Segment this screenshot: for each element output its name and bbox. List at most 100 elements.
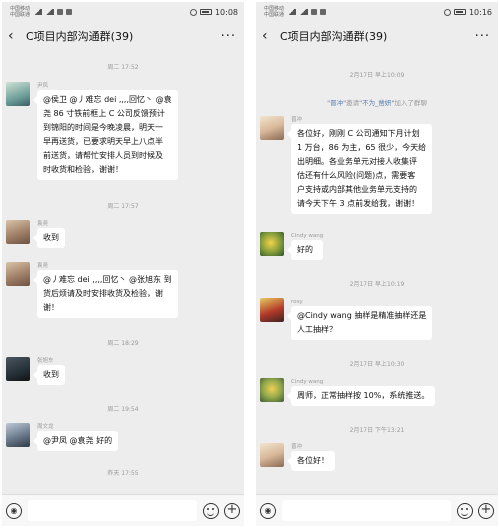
avatar[interactable] [6, 423, 30, 447]
more-dots-icon[interactable]: ··· [475, 29, 490, 44]
avatar[interactable] [6, 220, 30, 244]
message-bubble[interactable]: @丿难忘 dei ,,,,回忆丶 @张旭东 到 货后烦请及时安排收货及检验，谢 … [33, 270, 178, 318]
message-line: 货后烦请及时安排收货及检验，谢 [43, 289, 163, 298]
message-line: 尧 86 寸铁前框上 C 公司反馈预计 [43, 109, 165, 118]
plus-icon[interactable]: + [478, 502, 494, 519]
timestamp: 周二 17:57 [107, 203, 139, 210]
message-bubble[interactable]: 收到 [33, 365, 65, 385]
avatar[interactable] [260, 443, 284, 467]
message-line: 到锦阳的时间是今晚凌晨，明天一 [43, 123, 163, 132]
left-phone-screen: 中国移动 中国联通 10:08 ‹ C项目内部沟通群(39) ··· 周二 17… [2, 2, 244, 526]
timestamp: 周二 17:52 [107, 64, 139, 71]
sender-name: Cindy wang [291, 233, 324, 239]
alarm-icon [443, 8, 451, 16]
signal-icon [287, 9, 297, 15]
message-bubble[interactable]: @侯卫 @丿难忘 dei ,,,,回忆丶 @袁 尧 86 寸铁前框上 C 公司反… [33, 90, 178, 180]
message-bubble[interactable]: 好的 [286, 240, 324, 260]
message: 张旭东 收到 [6, 357, 238, 385]
alarm-icon [189, 8, 197, 16]
message-input[interactable] [282, 500, 451, 521]
avatar[interactable] [6, 357, 30, 381]
message-input[interactable] [28, 500, 197, 521]
message-line: 各位好，刚刚 C 公司通知下月计划 [297, 129, 420, 138]
more-dots-icon[interactable]: ··· [221, 29, 236, 44]
app-notification-icon [57, 9, 64, 15]
notice-invitee[interactable]: "不为_凿妍" [359, 99, 394, 107]
status-time: 10:08 [214, 7, 238, 17]
message-line: 请今天下午 3 点前发给我，谢谢！ [297, 199, 420, 208]
message-line: 时收货和检验，谢谢！ [43, 165, 123, 174]
avatar[interactable] [260, 116, 284, 140]
avatar[interactable] [6, 82, 30, 106]
timestamp: 昨天 17:55 [107, 470, 139, 477]
message-line: @丿难忘 dei ,,,,回忆丶 @张旭东 到 [43, 275, 172, 284]
status-bar: 中国移动 中国联通 10:08 [2, 2, 244, 22]
message-bubble[interactable]: 各位好！ [287, 451, 335, 471]
system-notice: "晋冲"邀请"不为_凿妍"加入了群聊 [256, 97, 498, 107]
chat-header: ‹ C项目内部沟通群(39) ··· [2, 22, 244, 50]
message-line: 收到 [43, 233, 59, 242]
message-line: 人工抽样？ [297, 325, 337, 334]
chat-header: ‹ C项目内部沟通群(39) ··· [256, 22, 498, 50]
message-bubble[interactable]: @尹凤 @袁尧 好的 [32, 431, 119, 451]
emoji-icon[interactable] [203, 502, 219, 519]
message-bubble[interactable]: 各位好，刚刚 C 公司通知下月计划 1 万台，86 为主，65 很少，今天给 出… [286, 124, 433, 214]
message-bubble[interactable]: 周师，正常抽样按 10%，系统推送。 [286, 386, 436, 406]
status-bar: 中国移动 中国联通 10:16 [256, 2, 498, 22]
notice-text: 邀请 [346, 99, 360, 107]
message: 晋冲 各位好，刚刚 C 公司通知下月计划 1 万台，86 为主，65 很少，今天… [260, 116, 492, 214]
battery-icon [199, 9, 212, 15]
message-line: @侯卫 @丿难忘 dei ,,,,回忆丶 @袁 [43, 95, 172, 104]
message-line: 各位好！ [297, 456, 329, 465]
notice-inviter[interactable]: "晋冲" [327, 99, 346, 107]
sender-name: 张旭东 [37, 358, 54, 364]
chat-title: C项目内部沟通群(39) [280, 30, 388, 43]
avatar[interactable] [260, 298, 284, 322]
message-bubble[interactable]: 收到 [33, 228, 65, 248]
message-line: 估还有什么风险(问题)点，需要客 [297, 171, 416, 180]
voice-icon[interactable]: ◉ [260, 502, 276, 519]
sender-name: 袁尧 [37, 263, 49, 269]
timestamp: 周二 18:29 [107, 340, 139, 347]
message: 袁尧 @丿难忘 dei ,,,,回忆丶 @张旭东 到 货后烦请及时安排收货及检验… [6, 262, 238, 318]
notice-text: 加入了群聊 [394, 99, 427, 107]
avatar[interactable] [6, 262, 30, 286]
avatar[interactable] [260, 232, 284, 256]
message: Cindy wang 好的 [260, 232, 492, 260]
message: 晋冲 各位好！ [260, 443, 492, 471]
sender-name: rosy [291, 299, 303, 305]
plus-icon[interactable]: + [224, 502, 240, 519]
message: Cindy wang 周师，正常抽样按 10%，系统推送。 [260, 378, 492, 406]
message-bubble[interactable]: @Cindy wang 抽样是精准抽样还是 人工抽样？ [286, 306, 433, 340]
chevron-left-icon[interactable]: ‹ [262, 29, 276, 43]
timestamp: 周二 19:54 [107, 406, 139, 413]
chat-title: C项目内部沟通群(39) [26, 30, 134, 43]
right-phone-screen: 中国移动 中国联通 10:16 ‹ C项目内部沟通群(39) ··· 2月17日… [256, 2, 498, 526]
carrier-2: 中国联通 [264, 12, 285, 18]
input-bar: ◉ + [2, 494, 244, 526]
carrier-2: 中国联通 [10, 12, 31, 18]
app-notification-icon [311, 9, 318, 15]
voice-icon[interactable]: ◉ [6, 502, 22, 519]
message: rosy @Cindy wang 抽样是精准抽样还是 人工抽样？ [260, 298, 492, 340]
message-line: 1 万台，86 为主，65 很少，今天给 [297, 143, 427, 152]
message-list[interactable]: 2月17日 早上10:09 "晋冲"邀请"不为_凿妍"加入了群聊 晋冲 各位好，… [256, 50, 498, 494]
signal-icon [33, 9, 43, 15]
status-time: 10:16 [468, 7, 492, 17]
signal-icon [45, 9, 55, 15]
sender-name: 尹凤 [37, 83, 49, 89]
message-line: @Cindy wang 抽样是精准抽样还是 [297, 311, 427, 320]
signal-icon [299, 9, 309, 15]
emoji-icon[interactable] [457, 502, 473, 519]
chevron-left-icon[interactable]: ‹ [8, 29, 22, 43]
input-bar: ◉ + [256, 494, 498, 526]
message: 袁尧 收到 [6, 220, 238, 248]
message-line: 周师，正常抽样按 10%，系统推送。 [297, 391, 430, 400]
message-list[interactable]: 周二 17:52 尹凤 @侯卫 @丿难忘 dei ,,,,回忆丶 @袁 尧 86… [2, 50, 244, 494]
message: 尹凤 @侯卫 @丿难忘 dei ,,,,回忆丶 @袁 尧 86 寸铁前框上 C … [6, 82, 238, 180]
timestamp: 2月17日 早上10:09 [349, 72, 405, 79]
message: 周文龙 @尹凤 @袁尧 好的 [6, 423, 238, 451]
message-line: @尹凤 @袁尧 好的 [43, 436, 113, 445]
avatar[interactable] [260, 378, 284, 402]
app-notification-icon [66, 9, 73, 15]
